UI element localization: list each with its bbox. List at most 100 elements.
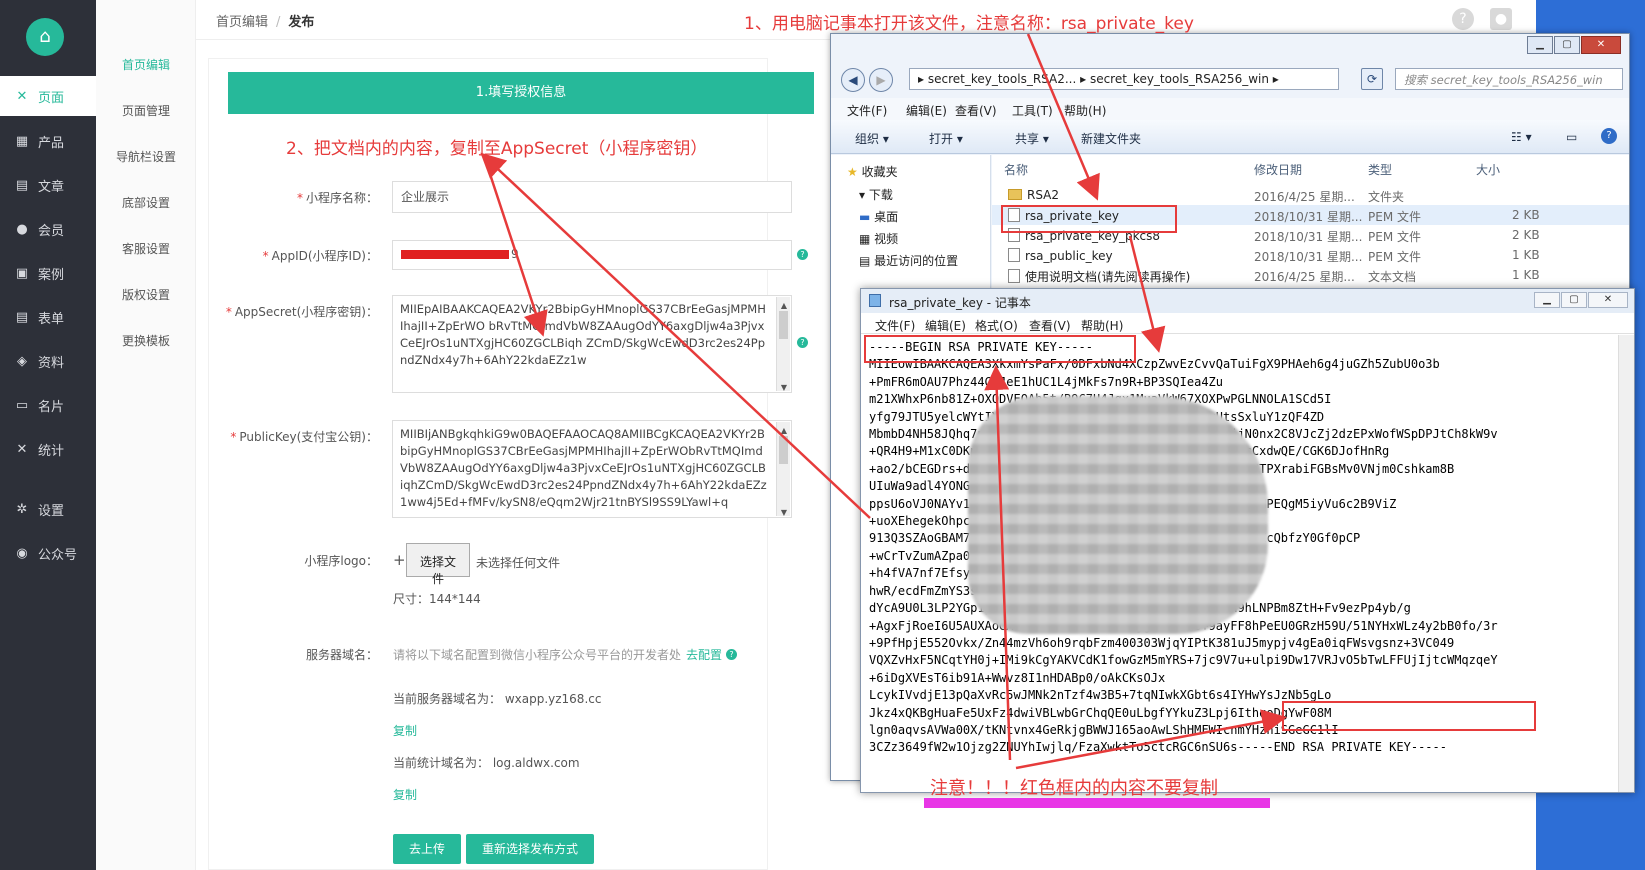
notepad-titlebar[interactable]: rsa_private_key - 记事本 ▁ ▢ ✕: [861, 289, 1634, 313]
help-icon[interactable]: ?: [797, 337, 808, 348]
close-icon[interactable]: ✕: [1581, 36, 1621, 54]
organize-button[interactable]: 组织 ▾: [855, 130, 889, 147]
subnav-item-change-template[interactable]: 更换模板: [96, 332, 196, 349]
maximize-icon[interactable]: ▢: [1554, 36, 1580, 54]
subnav-item-page-manage[interactable]: 页面管理: [96, 102, 196, 119]
address-segment[interactable]: secret_key_tools_RSA256_win: [1090, 72, 1269, 86]
nav-item-product[interactable]: ▦ 产品: [0, 121, 96, 161]
copy-stats-domain-link[interactable]: 复制: [393, 786, 417, 803]
choose-file-button[interactable]: 选择文件: [406, 543, 470, 586]
upload-button[interactable]: 去上传: [393, 834, 461, 864]
open-button[interactable]: 打开 ▾: [929, 130, 963, 147]
subnav-item-service-settings[interactable]: 客服设置: [96, 240, 196, 257]
step-title: 1.填写授权信息: [228, 72, 814, 114]
menu-file[interactable]: 文件(F): [875, 317, 915, 334]
minimize-icon[interactable]: ▁: [1527, 36, 1553, 54]
document-icon: ▤: [15, 177, 29, 193]
nav-item-wechat[interactable]: ◉ 公众号: [0, 533, 96, 573]
videos-item[interactable]: ▦ 视频: [859, 230, 898, 247]
appid-label: * AppID(小程序ID)：: [262, 249, 378, 263]
menu-tools[interactable]: 工具(T): [1012, 102, 1053, 119]
annotation-step1: 1、用电脑记事本打开该文件，注意名称：rsa_private_key: [744, 14, 1194, 34]
menu-help[interactable]: 帮助(H): [1081, 317, 1123, 334]
file-row[interactable]: RSA2 2016/4/25 星期... 文件夹: [992, 185, 1629, 205]
menu-edit[interactable]: 编辑(E): [906, 102, 947, 119]
app-name-input[interactable]: 企业展示: [392, 181, 792, 213]
home-icon[interactable]: ⌂: [26, 18, 64, 56]
notepad-scrollbar[interactable]: [1618, 335, 1634, 792]
menu-help[interactable]: 帮助(H): [1064, 102, 1106, 119]
back-icon[interactable]: ◀: [841, 68, 865, 92]
menu-edit[interactable]: 编辑(E): [925, 317, 966, 334]
downloads-item[interactable]: ▾ 下载: [859, 186, 893, 203]
menu-format[interactable]: 格式(O): [975, 317, 1018, 334]
subnav-item-home-edit[interactable]: 首页编辑: [96, 56, 196, 73]
copy-server-domain-link[interactable]: 复制: [393, 722, 417, 739]
column-size[interactable]: 大小: [1476, 161, 1500, 178]
help-icon[interactable]: ?: [797, 249, 808, 260]
appid-input[interactable]: 9: [392, 240, 792, 270]
subnav-item-copyright-settings[interactable]: 版权设置: [96, 286, 196, 303]
nav-item-stats[interactable]: ✕ 统计: [0, 429, 96, 469]
help-icon[interactable]: ?: [726, 649, 737, 660]
textarea-scrollbar[interactable]: ▲ ▼: [776, 422, 790, 517]
public-key-textarea[interactable]: MIIBIjANBgkqhkiG9w0BAQEFAAOCAQ8AMIIBCgKC…: [392, 420, 792, 518]
address-segment[interactable]: secret_key_tools_RSA2...: [928, 72, 1076, 86]
column-date[interactable]: 修改日期: [1254, 161, 1302, 178]
textarea-scrollbar[interactable]: ▲ ▼: [776, 297, 790, 392]
menu-view[interactable]: 查看(V): [955, 102, 997, 119]
reselect-publish-button[interactable]: 重新选择发布方式: [466, 834, 594, 864]
nav-item-label: 产品: [38, 135, 65, 151]
wechat-icon: ◉: [16, 545, 28, 561]
minimize-icon[interactable]: ▁: [1534, 292, 1560, 308]
favorites-item[interactable]: ★ 收藏夹: [847, 163, 898, 180]
view-options-icon[interactable]: ☷ ▾: [1511, 130, 1532, 144]
form-icon: ▤: [15, 309, 29, 325]
menu-view[interactable]: 查看(V): [1029, 317, 1071, 334]
layers-icon: ◈: [17, 353, 27, 369]
column-name[interactable]: 名称: [1004, 161, 1028, 178]
nav-item-materials[interactable]: ◈ 资料: [0, 341, 96, 381]
chevron-right-icon: ▸: [1268, 72, 1279, 86]
secret-label: * AppSecret(小程序密钥)：: [225, 305, 378, 319]
share-button[interactable]: 共享 ▾: [1015, 130, 1049, 147]
folder-icon: [1008, 189, 1022, 200]
nav-item-settings[interactable]: ✲ 设置: [0, 489, 96, 529]
nav-item-member[interactable]: ● 会员: [0, 209, 96, 249]
help-icon[interactable]: ?: [1452, 8, 1474, 30]
app-secret-textarea[interactable]: MIIEpAIBAAKCAQEA2VKYr2BbipGyHMnoplGS37CB…: [392, 295, 792, 393]
nav-item-case[interactable]: ▣ 案例: [0, 253, 96, 293]
new-folder-button[interactable]: 新建文件夹: [1081, 130, 1141, 147]
address-bar[interactable]: ▸ secret_key_tools_RSA2... ▸ secret_key_…: [909, 68, 1339, 90]
nav-item-label: 资料: [38, 355, 65, 371]
forward-icon[interactable]: ▶: [869, 68, 893, 92]
text-file-icon: [1008, 269, 1020, 283]
stats-icon: ✕: [16, 441, 28, 457]
refresh-icon[interactable]: ⟳: [1361, 68, 1383, 90]
subnav-item-footer-settings[interactable]: 底部设置: [96, 194, 196, 211]
file-row[interactable]: rsa_public_key 2018/10/31 星期... PEM 文件 1 KB: [992, 245, 1629, 265]
recent-places-item[interactable]: ▤ 最近访问的位置: [859, 252, 958, 269]
nav-item-article[interactable]: ▤ 文章: [0, 165, 96, 205]
subnav-item-navbar-settings[interactable]: 导航栏设置: [96, 148, 196, 165]
column-type[interactable]: 类型: [1368, 161, 1392, 178]
maximize-icon[interactable]: ▢: [1561, 292, 1587, 308]
redaction-mark: [401, 250, 509, 259]
nav-item-form[interactable]: ▤ 表单: [0, 297, 96, 337]
configure-link[interactable]: 去配置: [686, 646, 722, 663]
nav-item-label: 文章: [38, 179, 65, 195]
help-icon[interactable]: ?: [1601, 128, 1617, 144]
desktop-item[interactable]: ▬ 桌面: [859, 208, 898, 225]
nav-item-page[interactable]: ✕ 页面: [0, 76, 96, 116]
menu-file[interactable]: 文件(F): [847, 102, 887, 119]
breadcrumb-home[interactable]: 首页编辑: [216, 15, 268, 30]
nav-item-label: 页面: [38, 90, 65, 106]
search-input[interactable]: 搜索 secret_key_tools_RSA256_win: [1395, 68, 1623, 90]
annotation-step2: 2、把文档内的内容，复制至AppSecret（小程序密钥）: [286, 139, 708, 159]
file-row[interactable]: 使用说明文档(请先阅读再操作) 2016/4/25 星期... 文本文档 1 KB: [992, 265, 1629, 285]
account-icon[interactable]: ●: [1490, 8, 1512, 30]
preview-pane-icon[interactable]: ▭: [1566, 130, 1577, 144]
notepad-menubar: 文件(F) 编辑(E) 格式(O) 查看(V) 帮助(H): [861, 314, 1634, 334]
nav-item-card[interactable]: ▭ 名片: [0, 385, 96, 425]
close-icon[interactable]: ✕: [1588, 292, 1628, 308]
